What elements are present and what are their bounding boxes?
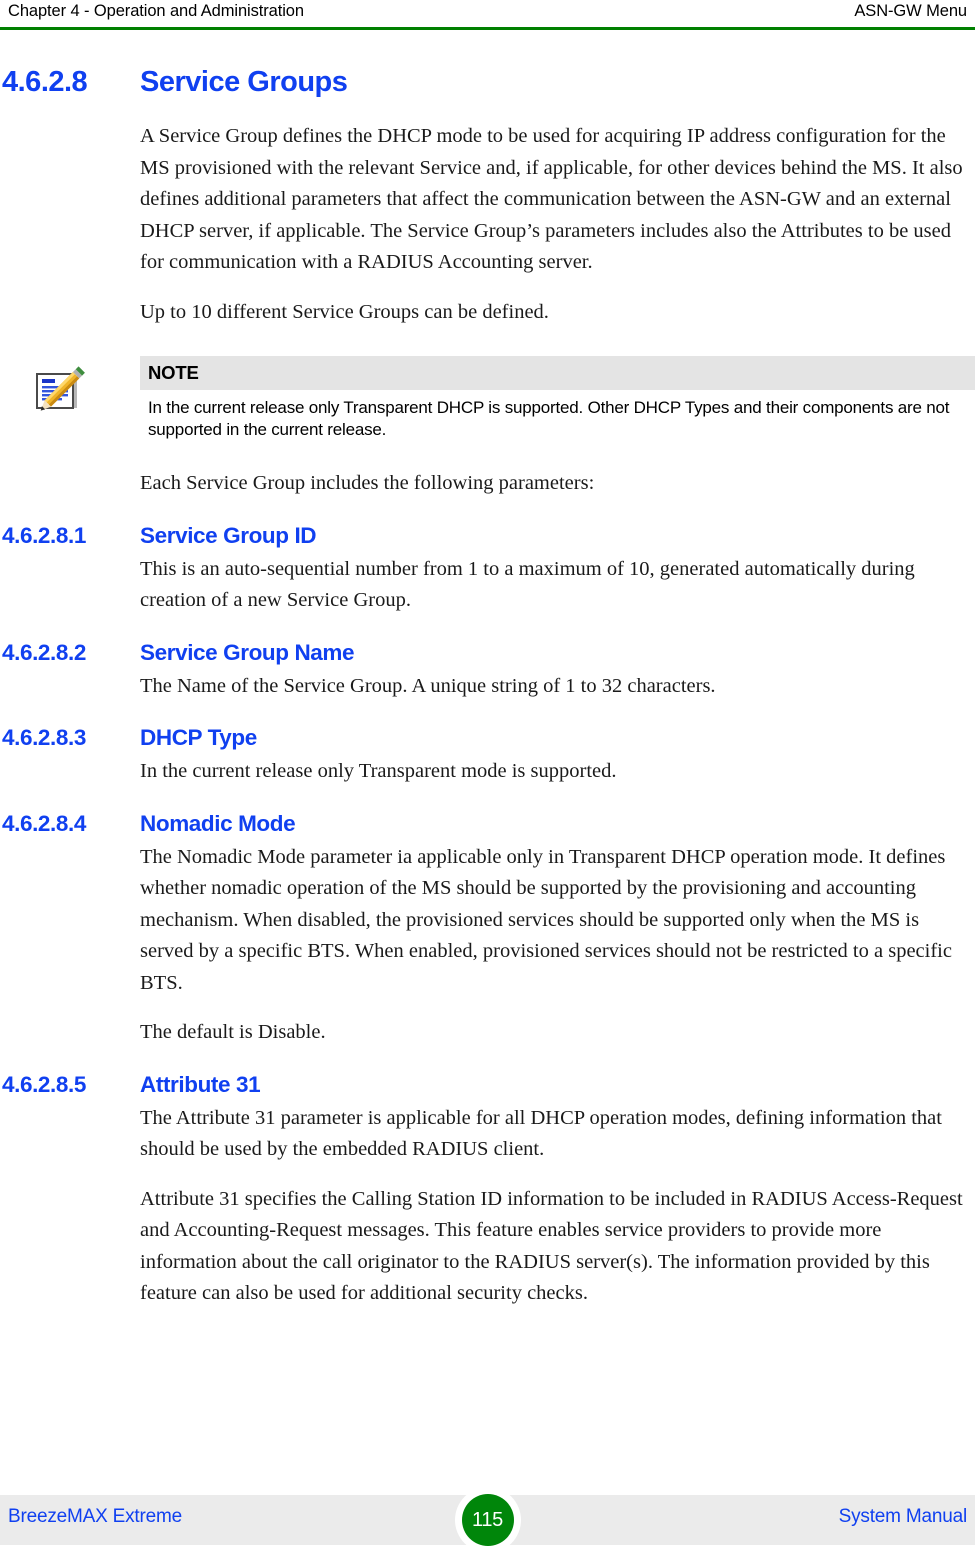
subsection-number: 4.6.2.8.4 bbox=[2, 810, 86, 836]
subsection-title: Service Group ID bbox=[140, 522, 317, 548]
subsection-paragraph: Attribute 31 specifies the Calling Stati… bbox=[140, 1187, 963, 1305]
subsection-heading-service-group-id: 4.6.2.8.1 Service Group ID bbox=[0, 523, 975, 549]
note-title-bar: NOTE bbox=[140, 356, 975, 390]
subsection-number: 4.6.2.8.1 bbox=[2, 522, 86, 548]
section-paragraph: A Service Group defines the DHCP mode to… bbox=[140, 125, 963, 273]
subsection-heading-attribute-31: 4.6.2.8.5 Attribute 31 bbox=[0, 1072, 975, 1098]
page-number: 115 bbox=[472, 1508, 503, 1531]
footer-product-name: BreezeMAX Extreme bbox=[8, 1506, 182, 1527]
document-page: Chapter 4 - Operation and Administration… bbox=[0, 0, 975, 1553]
header-chapter-label: Chapter 4 - Operation and Administration bbox=[8, 2, 304, 20]
section-paragraph: Up to 10 different Service Groups can be… bbox=[140, 300, 549, 323]
subsection-heading-nomadic-mode: 4.6.2.8.4 Nomadic Mode bbox=[0, 811, 975, 837]
note-title: NOTE bbox=[148, 362, 199, 383]
subsection-heading-service-group-name: 4.6.2.8.2 Service Group Name bbox=[0, 640, 975, 666]
subsection-title: Service Group Name bbox=[140, 639, 355, 665]
subsection-title: Attribute 31 bbox=[140, 1071, 261, 1097]
header-divider-rule bbox=[0, 27, 975, 30]
section-number: 4.6.2.8 bbox=[2, 66, 88, 98]
section-heading: 4.6.2.8 Service Groups bbox=[0, 66, 975, 99]
subsection-number: 4.6.2.8.3 bbox=[2, 725, 86, 750]
subsection-number: 4.6.2.8.2 bbox=[2, 639, 86, 665]
page-header: Chapter 4 - Operation and Administration… bbox=[0, 0, 975, 30]
header-section-label: ASN-GW Menu bbox=[854, 2, 967, 20]
subsection-title: DHCP Type bbox=[140, 725, 257, 750]
page-number-disc: 115 bbox=[461, 1494, 514, 1546]
note-body: NOTE In the current release only Transpa… bbox=[140, 356, 975, 441]
intro-parameters-paragraph: Each Service Group includes the followin… bbox=[140, 472, 595, 494]
section-title: Service Groups bbox=[140, 66, 348, 98]
subsection-number: 4.6.2.8.5 bbox=[2, 1071, 86, 1097]
note-text: In the current release only Transparent … bbox=[148, 398, 950, 439]
subsection-title: Nomadic Mode bbox=[140, 810, 296, 836]
note-pencil-icon bbox=[30, 364, 88, 422]
page-number-badge: 115 bbox=[454, 1487, 521, 1553]
subsection-paragraph: The default is Disable. bbox=[140, 1021, 326, 1043]
note-callout: NOTE In the current release only Transpa… bbox=[0, 356, 975, 446]
subsection-paragraph: The Nomadic Mode parameter ia applicable… bbox=[140, 845, 952, 994]
subsection-paragraph: This is an auto-sequential number from 1… bbox=[140, 557, 915, 612]
subsection-paragraph: In the current release only Transparent … bbox=[140, 760, 617, 782]
footer-manual-name: System Manual bbox=[838, 1506, 968, 1527]
page-content: 4.6.2.8 Service Groups A Service Group d… bbox=[0, 66, 975, 1328]
subsection-paragraph: The Attribute 31 parameter is applicable… bbox=[140, 1106, 942, 1161]
subsection-heading-dhcp-type: 4.6.2.8.3 DHCP Type bbox=[0, 725, 975, 751]
subsection-paragraph: The Name of the Service Group. A unique … bbox=[140, 674, 716, 697]
